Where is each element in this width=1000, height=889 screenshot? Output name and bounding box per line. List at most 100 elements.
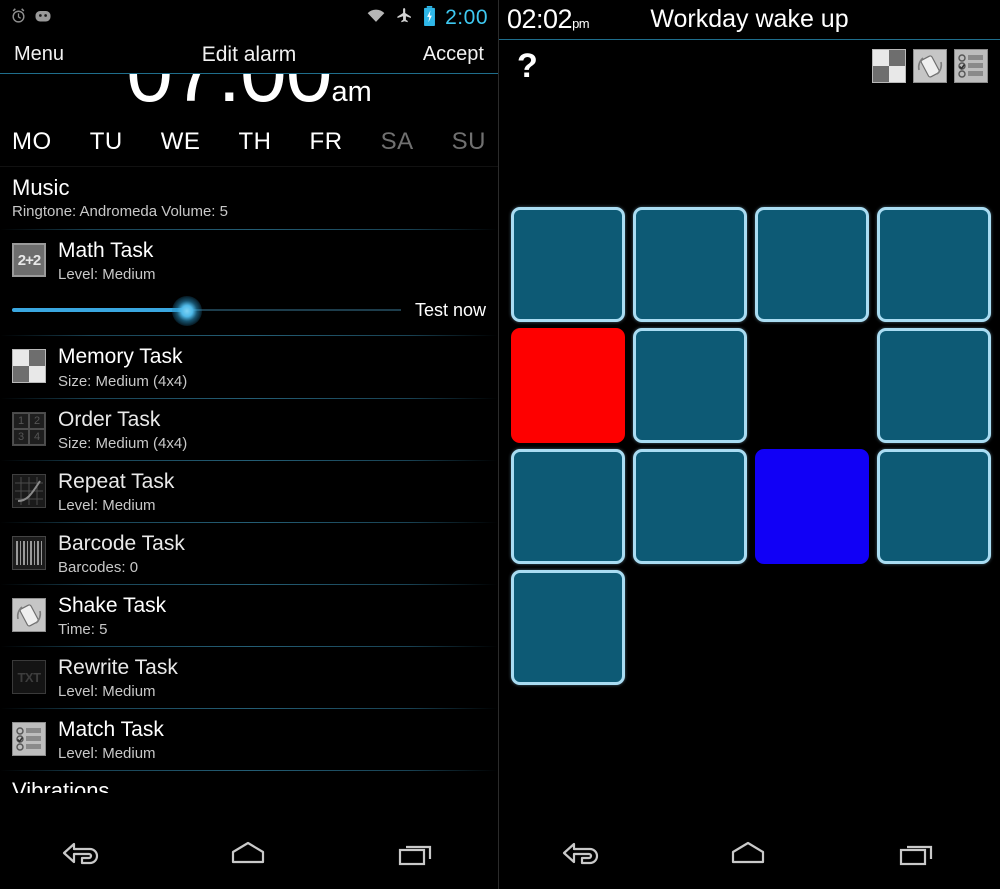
memory-grid-cell	[877, 570, 991, 691]
home-icon[interactable]	[721, 836, 775, 875]
task-row-memory[interactable]: Memory Task Size: Medium (4x4)	[0, 336, 498, 397]
volume-slider-row[interactable]: Test now	[0, 291, 498, 335]
task-subtitle: Size: Medium (4x4)	[58, 434, 188, 452]
recent-apps-icon[interactable]	[388, 836, 442, 875]
weekday-fr[interactable]: FR	[310, 128, 343, 156]
memory-tile-teal[interactable]	[633, 207, 747, 322]
memory-tile-teal[interactable]	[633, 328, 747, 443]
memory-grid-cell[interactable]	[511, 570, 625, 691]
task-row-math[interactable]: 2+2 Math Task Level: Medium	[0, 230, 498, 291]
divider	[0, 584, 498, 585]
help-button[interactable]: ?	[517, 49, 538, 83]
task-row-barcode[interactable]: Barcode Task Barcodes: 0	[0, 523, 498, 584]
task-subtitle: Size: Medium (4x4)	[58, 372, 188, 390]
memory-game-grid[interactable]	[511, 207, 991, 691]
task-subtitle: Level: Medium	[58, 496, 156, 514]
memory-tile-red[interactable]	[511, 328, 625, 443]
test-now-button[interactable]: Test now	[415, 300, 486, 321]
alarm-clock-icon	[10, 7, 27, 29]
divider	[0, 335, 498, 337]
weekday-mo[interactable]: MO	[12, 128, 52, 156]
memory-grid-cell[interactable]	[877, 328, 991, 449]
menu-button[interactable]: Menu	[14, 43, 64, 66]
match-checklist-icon	[12, 722, 46, 757]
memory-checkerboard-icon	[12, 349, 46, 384]
slider-thumb[interactable]	[172, 296, 203, 327]
memory-tile-teal[interactable]	[511, 570, 625, 685]
weekday-su[interactable]: SU	[452, 128, 486, 156]
divider	[0, 397, 498, 399]
task-subtitle: Barcodes: 0	[58, 559, 139, 576]
memory-tile-teal[interactable]	[511, 207, 625, 322]
memory-tile-empty	[877, 570, 991, 685]
back-icon[interactable]	[556, 836, 608, 875]
memory-grid-cell[interactable]	[633, 328, 747, 449]
weekday-sa[interactable]: SA	[381, 128, 414, 156]
memory-grid-cell	[755, 328, 869, 449]
back-icon[interactable]	[56, 836, 108, 875]
task-header-row: ?	[499, 40, 1000, 90]
memory-tile-teal[interactable]	[877, 207, 991, 322]
vibrations-row[interactable]: Vibrations	[0, 771, 498, 793]
memory-tile-empty	[755, 570, 869, 685]
divider	[0, 708, 498, 710]
dual-screenshot: 2:00 Menu Edit alarm Accept 07:00am MO T…	[0, 0, 1000, 889]
battery-charging-icon	[423, 5, 436, 31]
weekday-selector[interactable]: MO TU WE TH FR SA SU	[0, 122, 498, 167]
memory-grid-cell[interactable]	[877, 207, 991, 328]
task-row-rewrite[interactable]: TXT Rewrite Task Level: Medium	[0, 647, 498, 708]
music-setting-row[interactable]: Music Ringtone: Andromeda Volume: 5	[0, 167, 498, 229]
home-icon[interactable]	[221, 836, 275, 875]
memory-grid-cell[interactable]	[511, 207, 625, 328]
weekday-tu[interactable]: TU	[90, 128, 123, 156]
recent-apps-icon[interactable]	[889, 836, 943, 875]
memory-grid-cell[interactable]	[511, 328, 625, 449]
airplane-mode-icon	[395, 7, 414, 29]
alarm-name-title: Workday wake up	[650, 5, 849, 33]
status-system-icons: 2:00	[366, 5, 488, 31]
memory-grid-cell[interactable]	[877, 449, 991, 570]
memory-tile-teal[interactable]	[877, 328, 991, 443]
left-phone-screen: 2:00 Menu Edit alarm Accept 07:00am MO T…	[0, 0, 499, 889]
memory-tile-teal[interactable]	[511, 449, 625, 564]
task-title: Barcode Task	[58, 531, 185, 555]
task-row-repeat[interactable]: Repeat Task Level: Medium	[0, 461, 498, 522]
task-title: Memory Task	[58, 345, 183, 369]
vibrations-title: Vibrations	[12, 778, 110, 794]
memory-grid-cell[interactable]	[755, 207, 869, 328]
memory-grid-cell[interactable]	[755, 449, 869, 570]
task-row-order[interactable]: 12 34 Order Task Size: Medium (4x4)	[0, 399, 498, 460]
memory-grid-cell[interactable]	[633, 207, 747, 328]
weekday-th[interactable]: TH	[238, 128, 271, 156]
music-title: Music	[12, 175, 70, 200]
action-bar: Menu Edit alarm Accept	[0, 36, 498, 74]
rewrite-txt-icon: TXT	[12, 660, 46, 695]
android-head-icon	[34, 8, 52, 28]
alarm-ampm: am	[331, 76, 372, 108]
divider	[0, 459, 498, 461]
memory-grid-cell[interactable]	[511, 449, 625, 570]
divider	[0, 521, 498, 523]
memory-tile-blue[interactable]	[755, 449, 869, 564]
weekday-we[interactable]: WE	[161, 128, 201, 156]
task-row-match[interactable]: Match Task Level: Medium	[0, 709, 498, 770]
task-subtitle: Time: 5	[58, 621, 108, 639]
alarm-time-area[interactable]: 07:00am	[0, 30, 498, 122]
task-subtitle: Level: Medium	[58, 266, 156, 284]
volume-slider[interactable]	[12, 295, 401, 327]
music-subtitle: Ringtone: Andromeda Volume: 5	[12, 203, 228, 221]
right-phone-screen: 02:02pm Workday wake up ?	[499, 0, 1000, 889]
memory-tile-teal[interactable]	[633, 449, 747, 564]
memory-tile-teal[interactable]	[877, 449, 991, 564]
memory-tile-empty	[633, 570, 747, 685]
task-title: Order Task	[58, 407, 161, 431]
task-progress-icons	[872, 49, 988, 83]
memory-tile-teal[interactable]	[755, 207, 869, 322]
task-subtitle: Level: Medium	[58, 745, 156, 763]
memory-game-grid-wrapper	[511, 207, 991, 697]
memory-grid-cell[interactable]	[633, 449, 747, 570]
task-row-shake[interactable]: Shake Task Time: 5	[0, 585, 498, 646]
barcode-icon	[12, 535, 46, 570]
accept-button[interactable]: Accept	[423, 43, 484, 66]
math-2plus2-icon: 2+2	[12, 243, 46, 278]
